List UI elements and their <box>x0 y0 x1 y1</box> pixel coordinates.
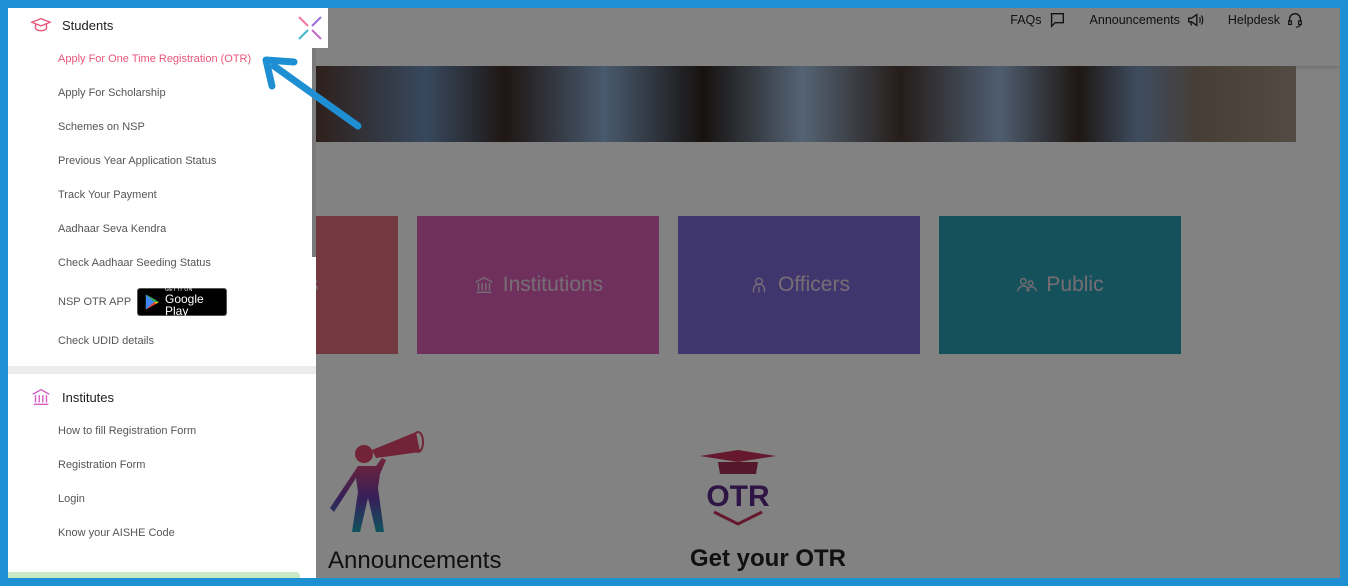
item-label: How to fill Registration Form <box>58 425 197 437</box>
students-section: Students Apply For One Time Registration… <box>8 8 316 358</box>
sidebar-item-aadhaar-seva[interactable]: Aadhaar Seva Kendra <box>8 212 316 246</box>
sidebar-item-registration-form[interactable]: Registration Form <box>8 448 316 482</box>
item-label: Check Aadhaar Seeding Status <box>58 257 211 269</box>
item-label: Registration Form <box>58 459 146 471</box>
item-label: Aadhaar Seva Kendra <box>58 223 167 235</box>
browser-frame: FAQs Announcements Helpdesk Students <box>8 8 1340 578</box>
students-title: Students <box>62 17 114 33</box>
item-label: Apply For Scholarship <box>58 87 166 99</box>
sidebar-item-previous-status[interactable]: Previous Year Application Status <box>8 144 316 178</box>
close-menu-button[interactable] <box>292 8 328 48</box>
item-label: Check UDID details <box>58 335 154 347</box>
sidebar-menu: Students Apply For One Time Registration… <box>8 8 316 578</box>
sidebar-item-apply-scholarship[interactable]: Apply For Scholarship <box>8 76 316 110</box>
item-label: Login <box>58 493 85 505</box>
play-store-icon <box>146 294 160 310</box>
graduation-cap-icon <box>30 17 52 32</box>
sidebar-item-how-to-fill[interactable]: How to fill Registration Form <box>8 414 316 448</box>
item-label: NSP OTR APP <box>58 296 132 308</box>
students-heading[interactable]: Students <box>8 8 316 42</box>
sidebar-item-otr-app: NSP OTR APP GET IT ON Google Play <box>8 280 316 324</box>
gp-big-label: Google Play <box>165 291 204 318</box>
sidebar-item-aadhaar-seeding[interactable]: Check Aadhaar Seeding Status <box>8 246 316 280</box>
next-section-strip <box>8 572 300 578</box>
item-label: Know your AISHE Code <box>58 527 175 539</box>
bank-icon <box>32 388 50 406</box>
item-label: Schemes on NSP <box>58 121 145 133</box>
close-icon <box>298 16 322 40</box>
google-play-text: GET IT ON Google Play <box>165 287 226 318</box>
institutes-heading[interactable]: Institutes <box>8 380 316 414</box>
item-label: Apply For One Time Registration (OTR) <box>58 53 252 65</box>
section-divider <box>8 366 316 374</box>
sidebar-item-udid[interactable]: Check UDID details <box>8 324 316 358</box>
item-label: Previous Year Application Status <box>58 155 217 167</box>
institutes-title: Institutes <box>62 389 115 405</box>
sidebar-item-apply-otr[interactable]: Apply For One Time Registration (OTR) <box>8 42 316 76</box>
sidebar-item-track-payment[interactable]: Track Your Payment <box>8 178 316 212</box>
sidebar-item-login[interactable]: Login <box>8 482 316 516</box>
item-label: Track Your Payment <box>58 189 157 201</box>
institutes-section: Institutes How to fill Registration Form… <box>8 380 316 550</box>
sidebar-item-aishe-code[interactable]: Know your AISHE Code <box>8 516 316 550</box>
google-play-badge[interactable]: GET IT ON Google Play <box>137 287 228 318</box>
sidebar-item-schemes[interactable]: Schemes on NSP <box>8 110 316 144</box>
